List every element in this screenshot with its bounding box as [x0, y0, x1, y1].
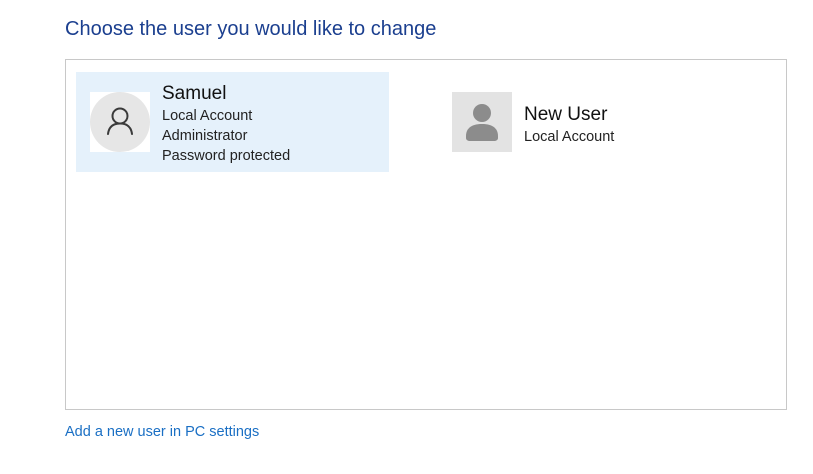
add-user-link[interactable]: Add a new user in PC settings: [65, 422, 259, 442]
page-title: Choose the user you would like to change: [65, 18, 437, 40]
user-name: New User: [524, 104, 608, 125]
user-info: New User Local Account: [524, 103, 614, 147]
user-outline-icon: [90, 92, 150, 152]
account-role: Administrator: [162, 128, 248, 144]
user-tile-new-user[interactable]: New User Local Account: [450, 90, 750, 154]
user-silhouette-icon: [452, 92, 512, 152]
account-type: Local Account: [162, 108, 253, 124]
user-tile-samuel[interactable]: Samuel Local Account Administrator Passw…: [76, 72, 389, 172]
user-info: Samuel Local Account Administrator Passw…: [162, 82, 290, 166]
avatar: [90, 92, 150, 152]
avatar: [452, 92, 512, 152]
account-security: Password protected: [162, 148, 291, 164]
user-name: Samuel: [162, 83, 227, 104]
account-type: Local Account: [524, 129, 615, 145]
user-list-panel: Samuel Local Account Administrator Passw…: [65, 59, 787, 410]
